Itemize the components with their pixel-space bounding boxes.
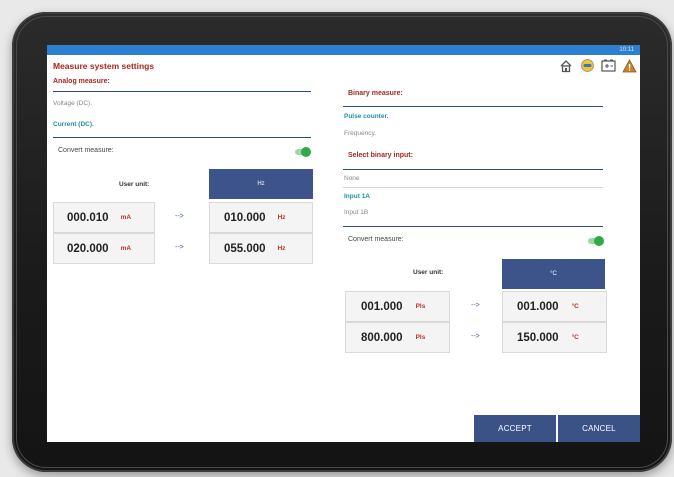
convert-measure-label: Convert measure:: [58, 147, 114, 154]
accept-button[interactable]: ACCEPT: [474, 415, 556, 442]
binary-measure-title: Binary measure:: [348, 90, 403, 97]
binary-divider: [343, 106, 603, 107]
input-value-row1[interactable]: 000.010 mA: [53, 202, 155, 233]
toggle-knob: [594, 236, 604, 246]
input-divider: [343, 226, 603, 227]
convert-measure-label-right: Convert measure:: [348, 236, 404, 243]
none-divider: [343, 187, 603, 188]
cancel-button[interactable]: CANCEL: [558, 415, 640, 442]
arrow-row1: -->: [175, 213, 184, 220]
arrow-row2: -->: [175, 244, 184, 251]
output-value-row1[interactable]: 010.000 Hz: [209, 202, 313, 233]
warning-icon[interactable]: [621, 58, 637, 73]
input-value: 001.000: [361, 300, 403, 313]
status-time: 10:11: [619, 47, 634, 53]
input-value-row1-right[interactable]: 001.000 Pls: [345, 291, 450, 322]
analog-measure-title: Analog measure:: [53, 78, 110, 85]
app-screen: 10:11 Measure system settings Analog mea…: [47, 45, 640, 442]
arrow-row1-right: -->: [471, 302, 480, 309]
output-value: 001.000: [517, 300, 559, 313]
output-value-row2[interactable]: 055.000 Hz: [209, 233, 313, 264]
convert-measure-toggle-right[interactable]: [588, 236, 604, 246]
input-value: 800.000: [361, 331, 403, 344]
option-frequency[interactable]: Frequency.: [344, 130, 376, 137]
convert-measure-toggle[interactable]: [295, 147, 311, 157]
page-title: Measure system settings: [53, 61, 155, 71]
output-value: 150.000: [517, 331, 559, 344]
toolbar-icons: [558, 58, 637, 73]
select-binary-input-title: Select binary input:: [348, 152, 413, 159]
input-value-row2[interactable]: 020.000 mA: [53, 233, 155, 264]
output-value-row1-right[interactable]: 001.000 °C: [502, 291, 607, 322]
output-unit: Hz: [277, 245, 286, 252]
output-unit: Hz: [277, 214, 286, 221]
input-unit: mA: [120, 214, 132, 221]
target-unit-header: Hz: [209, 169, 313, 199]
output-value-row2-right[interactable]: 150.000 °C: [502, 322, 607, 353]
battery-icon[interactable]: [600, 58, 616, 73]
toggle-knob: [301, 147, 311, 157]
user-unit-label-right: User unit:: [413, 269, 444, 276]
output-value: 010.000: [224, 211, 266, 224]
select-divider: [343, 169, 603, 170]
output-unit: °C: [571, 303, 579, 310]
input-unit: mA: [120, 245, 132, 252]
arrow-row2-right: -->: [471, 333, 480, 340]
option-voltage-dc[interactable]: Voltage (DC).: [53, 100, 92, 107]
current-divider: [53, 137, 311, 138]
home-icon[interactable]: [558, 58, 574, 73]
input-value: 020.000: [67, 242, 109, 255]
option-input-1b[interactable]: Input 1B: [344, 209, 368, 216]
input-unit: Pls: [415, 303, 426, 310]
user-unit-label: User unit:: [119, 181, 150, 188]
target-unit-header-right: °C: [502, 259, 605, 289]
connect-icon[interactable]: [579, 58, 595, 73]
input-unit: Pls: [415, 334, 426, 341]
output-unit: °C: [571, 334, 579, 341]
option-none[interactable]: None: [344, 175, 360, 182]
option-input-1a[interactable]: Input 1A: [344, 193, 370, 200]
option-current-dc[interactable]: Current (DC).: [53, 121, 94, 128]
output-value: 055.000: [224, 242, 266, 255]
option-pulse-counter[interactable]: Pulse counter.: [344, 113, 388, 120]
input-value-row2-right[interactable]: 800.000 Pls: [345, 322, 450, 353]
input-value: 000.010: [67, 211, 109, 224]
analog-divider: [53, 91, 311, 92]
status-bar: 10:11: [47, 45, 640, 55]
